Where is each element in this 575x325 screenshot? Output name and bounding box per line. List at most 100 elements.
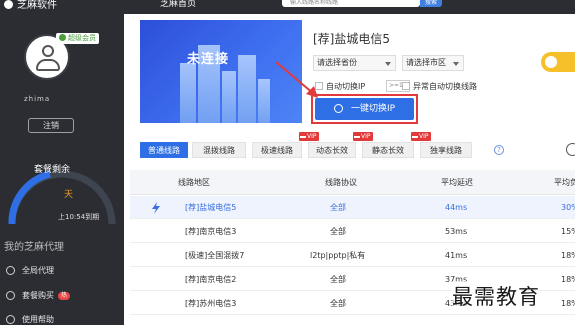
tab-home[interactable]: 芝麻首页 [160,0,196,9]
crown-icon [412,133,418,138]
help-icon [6,315,15,324]
vip-tag: VIP [353,132,373,141]
abnormal-switch-label: 异常自动切换线路 [413,82,477,91]
app-name: 芝麻软件 [17,0,57,11]
column-header-load[interactable]: 平均负 [554,170,575,195]
top-bar: 芝麻首页 输入线路名称线路 搜索 [124,0,575,14]
chevron-down-icon [385,62,391,66]
vip-member-label: 超级会员 [68,34,96,42]
tab-label: 独享线路 [430,146,462,155]
crown-icon [300,133,306,138]
vip-badge-icon [59,34,66,41]
cart-icon [6,291,15,300]
row-load: 30% [561,203,575,212]
auto-switch-ip-label: 自动切换IP [326,82,366,91]
search-button[interactable]: 搜索 [420,0,442,7]
tab-fast-lines[interactable]: 极速线路 [252,142,302,158]
sidebar-item-help[interactable]: 使用帮助 [6,314,54,325]
service-tip-icon [545,56,557,68]
row-protocol: 全部 [330,203,346,212]
row-region: [荐]南京电信3 [185,227,237,236]
row-region: [荐]盐城电信5 [185,203,237,212]
building-graphic [222,71,236,123]
vip-member-badge: 超级会员 [56,33,99,44]
row-region: [荐]苏州电信3 [185,299,237,308]
building-graphic [180,63,196,123]
refresh-icon[interactable] [566,143,575,156]
hot-badge: 热 [58,292,71,300]
watermark: 最需教育 [452,281,540,311]
help-question-icon[interactable]: ? [494,145,504,155]
row-protocol: 全部 [330,227,346,236]
column-header-latency[interactable]: 平均延迟 [441,170,473,195]
table-header: 线路地区 线路协议 平均延迟 平均负 [130,170,575,195]
avatar-body [36,59,60,71]
one-click-switch-ip-button[interactable]: 一键切换IP [315,98,414,120]
row-load: 18% [561,251,575,260]
vip-tag: VIP [299,132,319,141]
checkbox-box[interactable] [402,82,410,90]
column-header-protocol[interactable]: 线路协议 [325,170,357,195]
logout-button[interactable]: 注销 [28,118,74,133]
globe-icon [6,266,15,275]
tab-label: 混拨线路 [203,146,235,155]
table-row[interactable]: [荐]南京电信3 全部 53ms 15% [130,220,575,243]
plan-remaining-title: 套餐剩余 [34,165,71,175]
current-line-title: [荐]盐城电信5 [313,32,390,46]
sidebar-item-label: 使用帮助 [22,315,54,324]
username: zhima [24,95,51,103]
clock-icon [333,104,343,113]
tab-label: 动态长效 [316,146,348,155]
tab-dynamic-long[interactable]: VIP 动态长效 [299,132,356,158]
column-header-region[interactable]: 线路地区 [178,170,210,195]
tab-normal-lines[interactable]: 普通线路 [140,142,188,158]
vip-tag: VIP [411,132,431,141]
sidebar-item-label: 套餐购买 [22,291,54,300]
tab-static-long[interactable]: VIP 静态长效 [353,132,414,158]
sidebar-item-buy-plan[interactable]: 套餐购买热 [6,290,71,301]
tab-label: 静态长效 [372,146,404,155]
row-region: [荐]南京电信2 [185,275,237,284]
city-select-value: 请选择市区 [406,58,446,67]
app-logo-icon [4,0,13,9]
province-select[interactable]: 请选择省份 [313,55,396,71]
row-latency: 53ms [445,227,468,236]
sidebar: 芝麻软件 超级会员 zhima 注销 套餐剩余 天 上10:54到期 我的芝麻代… [0,0,124,325]
row-protocol: 全部 [330,275,346,284]
row-load: 18% [561,275,575,284]
building-graphic [238,55,256,123]
city-select[interactable]: 请选择市区 [402,55,464,71]
row-region: [极速]全国混拨7 [185,251,245,260]
table-row[interactable]: [荐]盐城电信5 全部 44ms 30% [130,196,575,219]
tab-mixed-lines[interactable]: 混拨线路 [192,142,246,158]
vip-tag-text: VIP [419,133,429,140]
auto-switch-ip-checkbox[interactable]: 自动切换IP [315,81,365,92]
search-input[interactable]: 输入线路名称线路 [282,0,420,7]
building-graphic [258,79,270,123]
row-latency: 44ms [445,203,468,212]
row-protocol: 全部 [330,299,346,308]
gauge-fill [8,170,51,225]
avatar-head [42,45,54,57]
row-load: 15% [561,227,575,236]
tab-label: 普通线路 [148,146,180,155]
vip-tag-text: VIP [307,133,317,140]
chevron-down-icon [453,62,459,66]
app-brand: 芝麻软件 [0,0,124,13]
table-row[interactable]: [极速]全国混拨7 l2tp|pptp|私有 41ms 18% [130,244,575,267]
crown-icon [354,133,360,138]
sidebar-item-label: 全局代理 [22,266,54,275]
province-select-value: 请选择省份 [317,58,357,67]
tab-exclusive-lines[interactable]: VIP 独享线路 [411,132,472,158]
service-tip[interactable] [541,52,575,72]
tab-label: 极速线路 [261,146,293,155]
my-proxy-section-title: 我的芝麻代理 [4,242,64,253]
vip-tag-text: VIP [361,133,371,140]
abnormal-switch-checkbox[interactable]: 异常自动切换线路 [402,81,477,92]
sidebar-item-global-proxy[interactable]: 全局代理 [6,265,54,276]
connection-status: 未连接 [187,52,230,67]
plan-expire-text: 上10:54到期 [58,213,100,221]
switch-ip-label: 一键切换IP [350,104,396,114]
row-load: 18% [561,299,575,308]
row-protocol: l2tp|pptp|私有 [310,251,366,260]
